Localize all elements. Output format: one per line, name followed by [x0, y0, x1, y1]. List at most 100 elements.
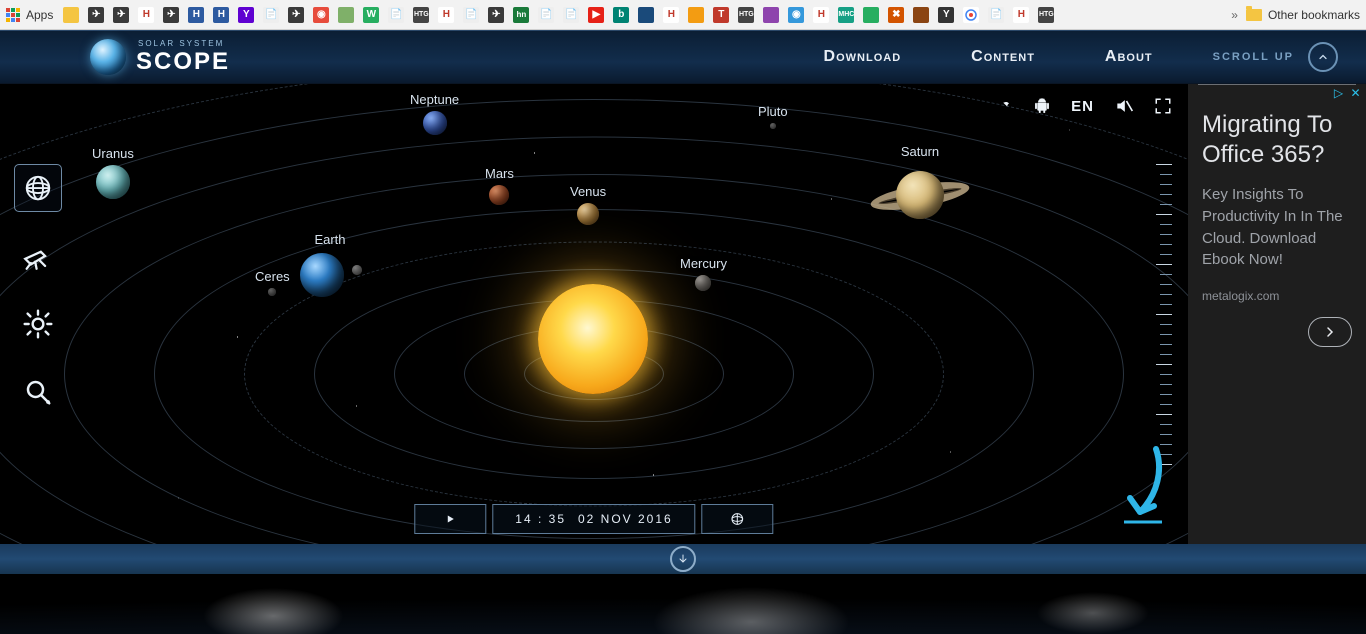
bookmark-favicon[interactable]: H	[663, 7, 679, 23]
bookmark-favicon[interactable]: HTG	[738, 7, 754, 23]
language-button[interactable]: EN	[1071, 98, 1094, 115]
body-neptune[interactable]: Neptune	[410, 92, 459, 135]
apps-grid-icon	[6, 8, 20, 22]
bookmark-favicon[interactable]: ✈	[88, 7, 104, 23]
globe-grid-icon	[23, 173, 53, 203]
bookmark-favicon[interactable]: H	[438, 7, 454, 23]
planet-label: Saturn	[865, 144, 975, 159]
ad-next-button[interactable]	[1308, 317, 1352, 347]
earth-icon	[300, 253, 344, 297]
nav-content[interactable]: Content	[971, 48, 1035, 66]
settings-button[interactable]	[14, 300, 62, 348]
bookmark-favicon[interactable]: ◉	[313, 7, 329, 23]
view-mode-button[interactable]	[14, 164, 62, 212]
bookmark-favicon[interactable]: ▶	[588, 7, 604, 23]
bookmark-favicon[interactable]: hn	[513, 7, 529, 23]
body-earth[interactable]: Earth	[300, 232, 360, 299]
nav-about[interactable]: About	[1105, 48, 1153, 66]
telescope-icon	[21, 239, 55, 273]
sound-toggle-button[interactable]	[1114, 96, 1134, 116]
bookmark-favicon[interactable]	[863, 7, 879, 23]
bookmark-favicon[interactable]	[688, 7, 704, 23]
nav-download[interactable]: Download	[824, 48, 902, 66]
moon-icon	[352, 265, 362, 275]
datetime-display[interactable]: 14 : 35 02 NOV 2016	[492, 504, 695, 534]
bookmark-favicon[interactable]: ◉	[788, 7, 804, 23]
bookmark-favicon[interactable]: 📄	[988, 7, 1004, 23]
bookmark-favicon[interactable]: MHC	[838, 7, 854, 23]
body-mars[interactable]: Mars	[485, 166, 514, 205]
site-logo[interactable]: SOLAR SYSTEM SCOPE	[90, 39, 230, 75]
chrome-apps-button[interactable]: Apps	[6, 8, 53, 22]
ad-close-button[interactable]: ✕	[1349, 86, 1362, 99]
bookmark-favicon[interactable]: 📄	[388, 7, 404, 23]
bookmark-favicon[interactable]: T	[713, 7, 729, 23]
bookmark-favicon[interactable]: Y	[938, 7, 954, 23]
planet-label: Pluto	[758, 104, 788, 119]
zoom-slider[interactable]: /*ticks drawn below via JS*/	[1158, 164, 1172, 464]
body-uranus[interactable]: Uranus	[92, 146, 134, 199]
folder-icon	[1246, 9, 1262, 21]
bookmark-favicon[interactable]: ✈	[288, 7, 304, 23]
site-header: SOLAR SYSTEM SCOPE Download Content Abou…	[0, 30, 1366, 84]
ad-headline[interactable]: Migrating To Office 365?	[1202, 110, 1352, 170]
location-button[interactable]	[702, 504, 774, 534]
sun-icon	[538, 284, 648, 394]
ad-body-text[interactable]: Key Insights To Productivity In In The C…	[1202, 184, 1352, 271]
search-button[interactable]	[14, 368, 62, 416]
pluto-icon	[770, 123, 776, 129]
bookmark-favicon[interactable]: b	[613, 7, 629, 23]
mercury-icon	[695, 275, 711, 291]
bookmark-favicon[interactable]: HTG	[1038, 7, 1054, 23]
bookmark-favicon[interactable]: ✈	[163, 7, 179, 23]
bookmark-favicon[interactable]	[913, 7, 929, 23]
bookmarks-overflow-button[interactable]: »	[1231, 8, 1238, 22]
apps-label: Apps	[26, 8, 53, 22]
bookmark-favicon[interactable]: H	[213, 7, 229, 23]
bookmark-favicon[interactable]: Y	[238, 7, 254, 23]
arrow-down-icon	[677, 553, 689, 565]
hud-top-right: EN	[995, 96, 1172, 116]
mars-icon	[489, 185, 509, 205]
bookmark-favicon[interactable]: 📄	[563, 7, 579, 23]
bookmark-favicon[interactable]: ✖	[888, 7, 904, 23]
bookmark-favicon[interactable]: H	[188, 7, 204, 23]
bookmark-favicon[interactable]: ✈	[113, 7, 129, 23]
bookmark-favicon[interactable]: 📄	[538, 7, 554, 23]
bookmark-favicon[interactable]: H	[813, 7, 829, 23]
scroll-up-button[interactable]	[1308, 42, 1338, 72]
bookmark-favicon[interactable]	[63, 7, 79, 23]
chevron-up-icon	[1317, 51, 1329, 63]
bookmark-favicon[interactable]: ✈	[488, 7, 504, 23]
body-saturn[interactable]: Saturn	[865, 144, 975, 223]
bookmark-favicon[interactable]: HTG	[413, 7, 429, 23]
play-icon	[444, 513, 456, 525]
solar-system-viewport[interactable]: Mercury Venus Mars Earth Ceres	[0, 84, 1188, 544]
apple-store-button[interactable]	[995, 96, 1013, 116]
telescope-button[interactable]	[14, 232, 62, 280]
bookmark-favicon[interactable]: H	[1013, 7, 1029, 23]
bookmark-favicon[interactable]: H	[138, 7, 154, 23]
play-button[interactable]	[414, 504, 486, 534]
ad-domain[interactable]: metalogix.com	[1202, 289, 1352, 303]
adchoices-button[interactable]: ▷	[1332, 86, 1345, 99]
bookmark-favicon[interactable]	[338, 7, 354, 23]
other-bookmarks-button[interactable]: Other bookmarks	[1246, 8, 1360, 22]
android-store-button[interactable]	[1033, 96, 1051, 116]
fullscreen-button[interactable]	[1154, 97, 1172, 115]
logo-title: SCOPE	[136, 50, 230, 74]
bookmark-favicon[interactable]: 📄	[263, 7, 279, 23]
body-mercury[interactable]: Mercury	[680, 256, 727, 291]
body-pluto[interactable]: Pluto	[758, 104, 788, 129]
bookmark-favicon[interactable]: 📄	[463, 7, 479, 23]
body-sun[interactable]	[538, 284, 648, 394]
scroll-down-button[interactable]	[670, 546, 696, 572]
neptune-icon	[423, 111, 447, 135]
body-venus[interactable]: Venus	[570, 184, 606, 225]
planet-label: Uranus	[92, 146, 134, 161]
bookmark-favicon[interactable]	[638, 7, 654, 23]
bookmark-favicon[interactable]	[763, 7, 779, 23]
bookmark-favicon[interactable]	[963, 7, 979, 23]
body-ceres[interactable]: Ceres	[255, 269, 290, 296]
bookmark-favicon[interactable]: W	[363, 7, 379, 23]
